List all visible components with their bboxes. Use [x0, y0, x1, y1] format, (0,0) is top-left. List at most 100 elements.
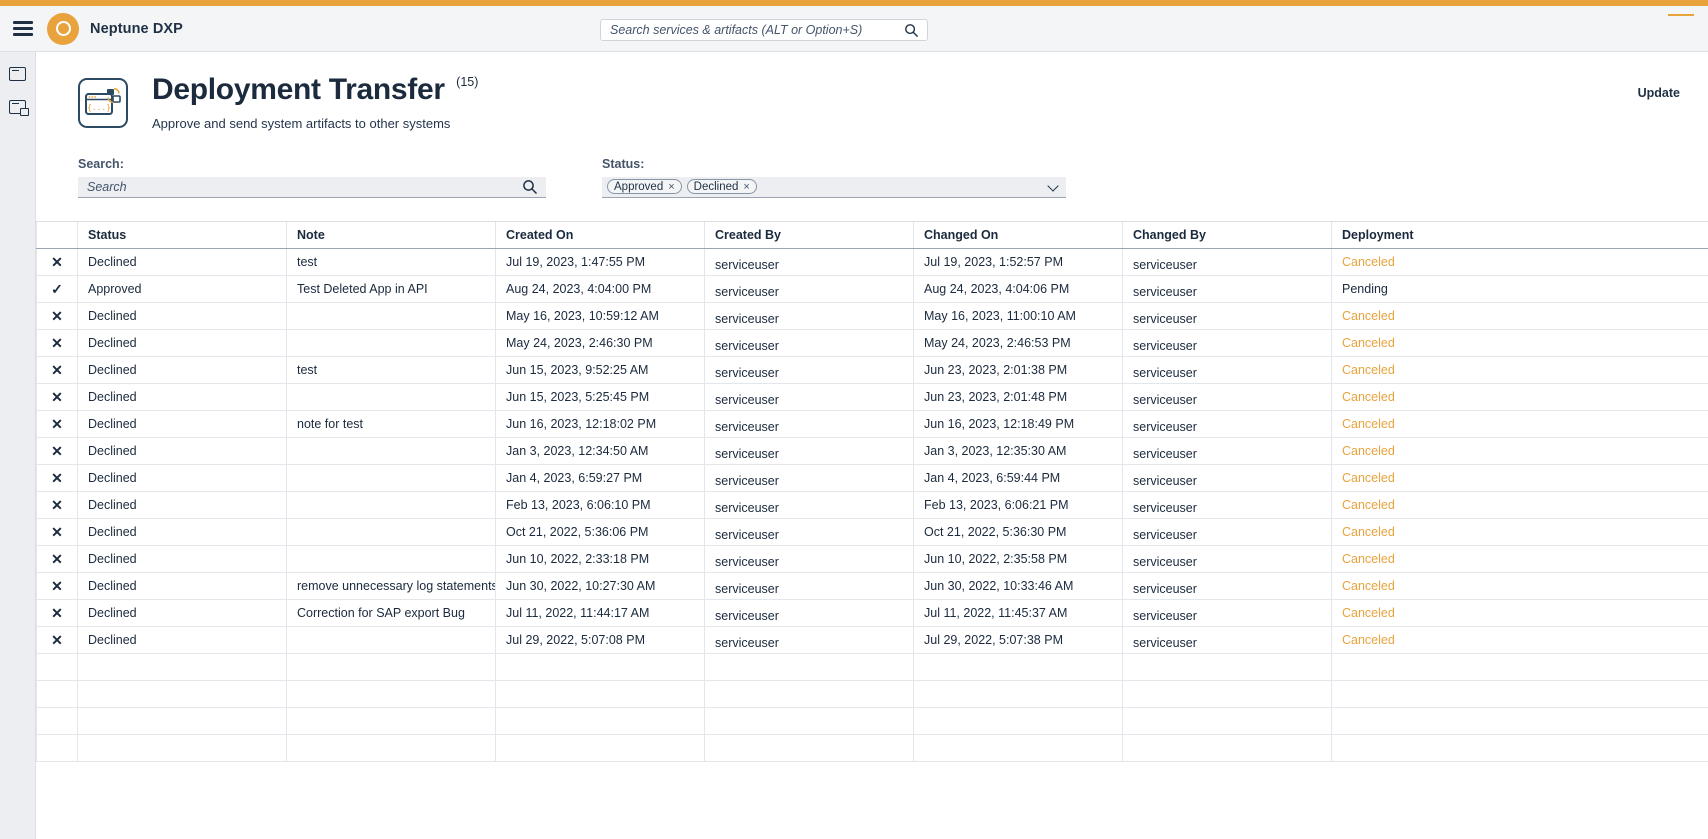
row-status-icon[interactable]: ✕	[36, 626, 78, 654]
cell-deployment: Canceled	[1331, 464, 1708, 492]
cell-created-by: serviceuser	[704, 545, 914, 573]
cell-empty	[704, 707, 914, 735]
table-row[interactable]: ✕ Declined Jul 29, 2022, 5:07:08 PM service…	[36, 626, 1708, 654]
row-status-icon[interactable]: ✕	[36, 599, 78, 627]
search-icon[interactable]	[904, 23, 919, 43]
cell-changed-on: Jun 30, 2022, 10:33:46 AM	[913, 572, 1123, 600]
row-status-icon[interactable]: ✕	[36, 572, 78, 600]
row-status-icon[interactable]: ✕	[36, 464, 78, 492]
row-status-icon[interactable]: ✕	[36, 329, 78, 357]
hamburger-icon[interactable]	[13, 21, 33, 36]
table-row[interactable]: ✕ Declined Jun 15, 2023, 5:25:45 PM service…	[36, 383, 1708, 411]
table-row[interactable]: ✕ Declined remove unnecessary log statemen…	[36, 572, 1708, 600]
cell-status: Declined	[77, 572, 287, 600]
cell-created-on: Jan 3, 2023, 12:34:50 AM	[495, 437, 705, 465]
cell-empty	[495, 680, 705, 708]
row-status-icon[interactable]: ✓	[36, 275, 78, 303]
row-status-icon[interactable]: ✕	[36, 356, 78, 384]
cell-note	[286, 464, 496, 492]
cell-changed-by: serviceuser	[1122, 356, 1332, 384]
cell-empty	[913, 653, 1123, 681]
cell-created-by: serviceuser	[704, 410, 914, 438]
close-icon[interactable]: ×	[668, 181, 674, 193]
cell-empty	[1122, 653, 1332, 681]
table-row[interactable]: ✕ Declined Jun 10, 2022, 2:33:18 PM service…	[36, 545, 1708, 573]
row-status-icon[interactable]: ✕	[36, 437, 78, 465]
cell-note	[286, 626, 496, 654]
cell-empty	[36, 734, 78, 762]
table-row[interactable]: ✕ Declined note for test Jun 16, 2023, 12:1…	[36, 410, 1708, 438]
column-header-created-on[interactable]: Created On	[495, 221, 705, 249]
table-row[interactable]: ✕ Declined test Jun 15, 2023, 9:52:25 AM ser…	[36, 356, 1708, 384]
cell-empty	[1331, 707, 1708, 735]
cell-changed-by: serviceuser	[1122, 545, 1332, 573]
search-input[interactable]: Search	[78, 176, 546, 200]
cell-created-on: Jun 15, 2023, 9:52:25 AM	[495, 356, 705, 384]
table-row[interactable]: ✕ Declined Jan 3, 2023, 12:34:50 AM service…	[36, 437, 1708, 465]
status-tag-approved[interactable]: Approved ×	[607, 179, 682, 194]
global-search-input[interactable]: Search services & artifacts (ALT or Opti…	[600, 19, 928, 41]
table-row[interactable]: ✕ Declined Jan 4, 2023, 6:59:27 PM serviceu…	[36, 464, 1708, 492]
cell-status: Declined	[77, 545, 287, 573]
search-icon[interactable]	[522, 179, 538, 200]
table-row[interactable]: ✕ Declined Correction for SAP export Bug Ju…	[36, 599, 1708, 627]
cell-empty	[913, 680, 1123, 708]
cell-deployment: Canceled	[1331, 329, 1708, 357]
cell-note: test	[286, 248, 496, 276]
table-row[interactable]: ✕ Declined test Jul 19, 2023, 1:47:55 PM ser…	[36, 248, 1708, 276]
cell-created-on: May 24, 2023, 2:46:30 PM	[495, 329, 705, 357]
cell-note: Correction for SAP export Bug	[286, 599, 496, 627]
column-header-created-by[interactable]: Created By	[704, 221, 914, 249]
cell-created-on: Jun 30, 2022, 10:27:30 AM	[495, 572, 705, 600]
status-tag-label: Approved	[614, 180, 664, 193]
main-content: {...} Deployment Transfer (15) Approve a…	[36, 52, 1708, 839]
table-row[interactable]: ✕ Declined May 24, 2023, 2:46:30 PM service…	[36, 329, 1708, 357]
table-row[interactable]: ✕ Declined Oct 21, 2022, 5:36:06 PM service…	[36, 518, 1708, 546]
column-header-changed-by[interactable]: Changed By	[1122, 221, 1332, 249]
row-status-icon[interactable]: ✕	[36, 302, 78, 330]
column-header-deployment[interactable]: Deployment	[1331, 221, 1708, 249]
column-header-changed-on[interactable]: Changed On	[913, 221, 1123, 249]
row-status-icon[interactable]: ✕	[36, 491, 78, 519]
row-status-icon[interactable]: ✕	[36, 248, 78, 276]
cell-created-by: serviceuser	[704, 518, 914, 546]
table-row[interactable]: ✕ Declined May 16, 2023, 10:59:12 AM servic…	[36, 302, 1708, 330]
cell-note	[286, 437, 496, 465]
app-header: Neptune DXP Search services & artifacts …	[0, 6, 1708, 52]
row-status-icon[interactable]: ✕	[36, 545, 78, 573]
neptune-logo-icon[interactable]	[47, 12, 79, 45]
table-row[interactable]: ✕ Declined Feb 13, 2023, 6:06:10 PM service…	[36, 491, 1708, 519]
column-header-icon[interactable]	[36, 221, 78, 249]
cell-created-on: Jul 19, 2023, 1:47:55 PM	[495, 248, 705, 276]
status-multiselect[interactable]: Approved × Declined ×	[602, 176, 1066, 198]
cell-empty	[286, 680, 496, 708]
cell-created-by: serviceuser	[704, 437, 914, 465]
sidebar-item-window[interactable]	[5, 63, 31, 85]
table-row[interactable]: ✓ Approved Test Deleted App in API Aug 24, …	[36, 275, 1708, 303]
chevron-down-icon[interactable]	[1047, 179, 1059, 192]
update-button[interactable]: Update	[1638, 86, 1680, 100]
close-icon[interactable]: ×	[743, 181, 749, 193]
column-header-note[interactable]: Note	[286, 221, 496, 249]
row-status-icon[interactable]: ✕	[36, 410, 78, 438]
cell-note: Test Deleted App in API	[286, 275, 496, 303]
row-status-icon[interactable]: ✕	[36, 518, 78, 546]
cell-changed-on: Jan 3, 2023, 12:35:30 AM	[913, 437, 1123, 465]
cell-status: Declined	[77, 248, 287, 276]
cell-status: Approved	[77, 275, 287, 303]
cell-created-by: serviceuser	[704, 599, 914, 627]
cell-created-on: May 16, 2023, 10:59:12 AM	[495, 302, 705, 330]
status-tag-declined[interactable]: Declined ×	[686, 179, 757, 194]
cell-created-on: Jun 15, 2023, 5:25:45 PM	[495, 383, 705, 411]
column-header-status[interactable]: Status	[77, 221, 287, 249]
cell-changed-on: Jun 10, 2022, 2:35:58 PM	[913, 545, 1123, 573]
cell-changed-by: serviceuser	[1122, 626, 1332, 654]
sidebar-item-window-transfer[interactable]	[5, 96, 31, 118]
cell-empty	[36, 680, 78, 708]
cell-empty	[704, 734, 914, 762]
cell-status: Declined	[77, 383, 287, 411]
row-status-icon[interactable]: ✕	[36, 383, 78, 411]
cell-status: Declined	[77, 518, 287, 546]
cell-changed-on: Jun 23, 2023, 2:01:48 PM	[913, 383, 1123, 411]
cell-changed-on: Jun 16, 2023, 12:18:49 PM	[913, 410, 1123, 438]
